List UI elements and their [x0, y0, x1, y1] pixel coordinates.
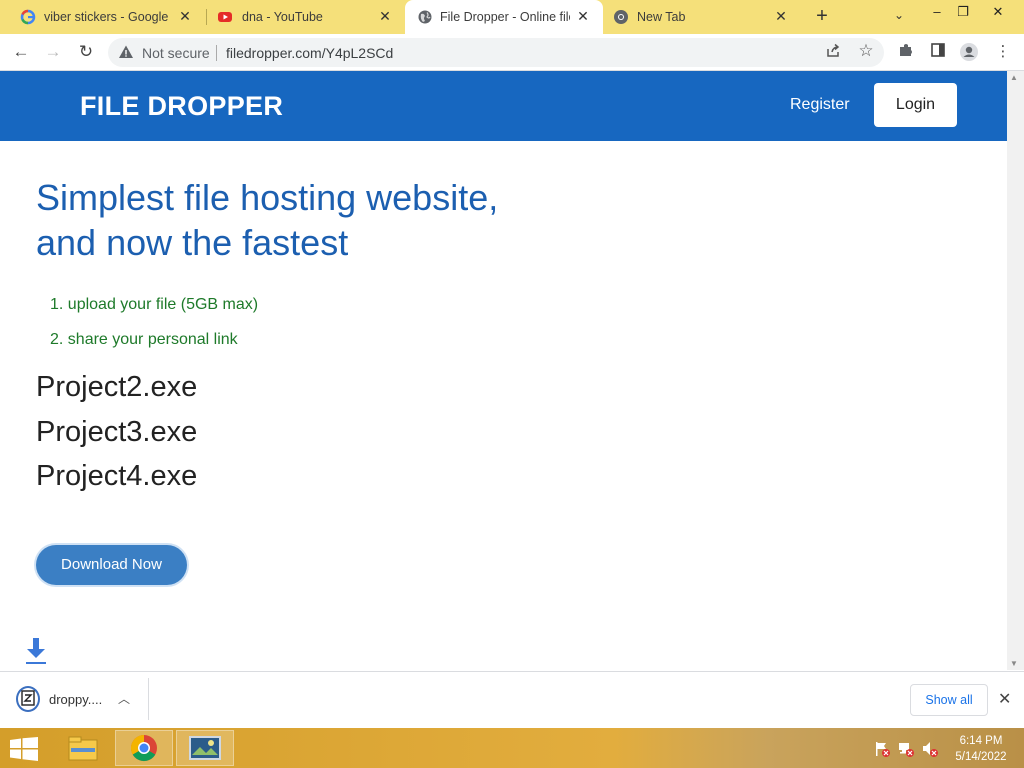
download-bar: droppy.... ︿ Show all ✕ — [0, 671, 1024, 728]
tab-new-tab[interactable]: New Tab ✕ — [603, 0, 801, 34]
hero-line-2: and now the fastest — [36, 222, 349, 263]
google-icon — [20, 9, 36, 25]
side-panel-icon[interactable] — [928, 42, 948, 62]
forward-icon[interactable]: → — [42, 41, 64, 63]
divider — [148, 678, 149, 720]
file-explorer-icon[interactable] — [54, 730, 112, 766]
close-icon[interactable]: ✕ — [773, 8, 789, 24]
clock-date: 5/14/2022 — [955, 751, 1007, 763]
register-link[interactable]: Register — [790, 96, 850, 114]
tab-google[interactable]: viber stickers - Google Se ✕ — [0, 0, 205, 34]
network-icon[interactable] — [897, 740, 915, 758]
chrome-icon — [613, 9, 629, 25]
taskbar: 6:14 PM 5/14/2022 — [0, 728, 1024, 768]
login-button[interactable]: Login — [874, 83, 957, 127]
list-item: 2. share your personal link — [50, 331, 238, 348]
reload-icon[interactable]: ↻ — [75, 41, 97, 63]
download-now-button[interactable]: Download Now — [36, 545, 187, 585]
youtube-icon — [217, 9, 233, 25]
window-close-icon[interactable]: ✕ — [985, 2, 1011, 22]
download-file-name: droppy.... — [49, 692, 103, 707]
site-header: FILE DROPPER Register Login — [0, 71, 1007, 141]
globe-icon — [417, 9, 433, 25]
list-item: 1. upload your file (5GB max) — [50, 296, 259, 313]
hero-heading: Simplest file hosting website, and now t… — [36, 175, 596, 265]
menu-kebab-icon[interactable]: ⋮ — [993, 42, 1013, 62]
close-icon[interactable]: ✕ — [575, 8, 591, 24]
back-icon[interactable]: ← — [10, 41, 32, 63]
url-text[interactable]: filedropper.com/Y4pL2SCd — [226, 45, 393, 61]
tab-title: New Tab — [637, 10, 686, 24]
security-label[interactable]: Not secure — [142, 45, 210, 61]
profile-avatar-icon[interactable] — [959, 42, 979, 62]
browser-toolbar: ← → ↻ Not secure filedropper.com/Y4pL2SC… — [0, 34, 1024, 71]
tab-search-icon[interactable]: ⌄ — [890, 8, 908, 26]
bookmark-star-icon[interactable]: ☆ — [856, 41, 876, 61]
share-icon[interactable] — [824, 43, 842, 61]
steps-list: 1. upload your file (5GB max) 2. share y… — [50, 296, 258, 366]
brand-logo[interactable]: FILE DROPPER — [80, 91, 283, 122]
close-icon[interactable]: ✕ — [177, 8, 193, 24]
download-arrow-icon — [20, 636, 52, 676]
new-tab-button[interactable]: + — [812, 6, 832, 26]
system-clock[interactable]: 6:14 PM 5/14/2022 — [946, 733, 1016, 765]
tab-title: dna - YouTube — [242, 10, 323, 24]
chrome-taskbar-icon[interactable] — [115, 730, 173, 766]
action-center-flag-icon[interactable] — [873, 740, 891, 758]
clock-time: 6:14 PM — [959, 735, 1003, 747]
show-all-button[interactable]: Show all — [910, 684, 988, 716]
extensions-icon[interactable] — [896, 42, 916, 62]
file-list: Project2.exe Project3.exe Project4.exe — [36, 371, 197, 505]
divider — [216, 45, 217, 61]
scroll-up-icon[interactable]: ▲ — [1010, 73, 1018, 82]
minimize-icon[interactable]: – — [924, 2, 950, 22]
restore-icon[interactable]: ❐ — [950, 2, 976, 22]
volume-muted-icon[interactable] — [921, 740, 939, 758]
warning-icon[interactable] — [118, 44, 134, 60]
tab-title: File Dropper - Online file — [440, 10, 570, 24]
file-name: Project4.exe — [36, 460, 198, 492]
windows-start-icon[interactable] — [10, 737, 38, 761]
address-bar[interactable]: Not secure filedropper.com/Y4pL2SCd ☆ — [108, 38, 884, 67]
page-viewport: FILE DROPPER Register Login Simplest fil… — [0, 71, 1007, 670]
chevron-up-icon[interactable]: ︿ — [118, 690, 130, 707]
scroll-down-icon[interactable]: ▼ — [1010, 659, 1018, 668]
hero-line-1: Simplest file hosting website, — [36, 177, 499, 218]
tab-youtube[interactable]: dna - YouTube ✕ — [207, 0, 405, 34]
file-name: Project2.exe — [36, 371, 198, 403]
tab-title: viber stickers - Google Se — [44, 10, 169, 24]
close-icon[interactable]: ✕ — [998, 689, 1011, 709]
file-icon — [16, 686, 40, 712]
tab-file-dropper[interactable]: File Dropper - Online file ✕ — [405, 0, 603, 34]
photos-taskbar-icon[interactable] — [176, 730, 234, 766]
scrollbar[interactable]: ▲ ▼ — [1007, 71, 1024, 670]
file-name: Project3.exe — [36, 415, 198, 448]
download-item[interactable]: droppy.... ︿ — [14, 686, 140, 714]
tab-strip: viber stickers - Google Se ✕ dna - YouTu… — [0, 0, 1024, 34]
close-icon[interactable]: ✕ — [377, 8, 393, 24]
